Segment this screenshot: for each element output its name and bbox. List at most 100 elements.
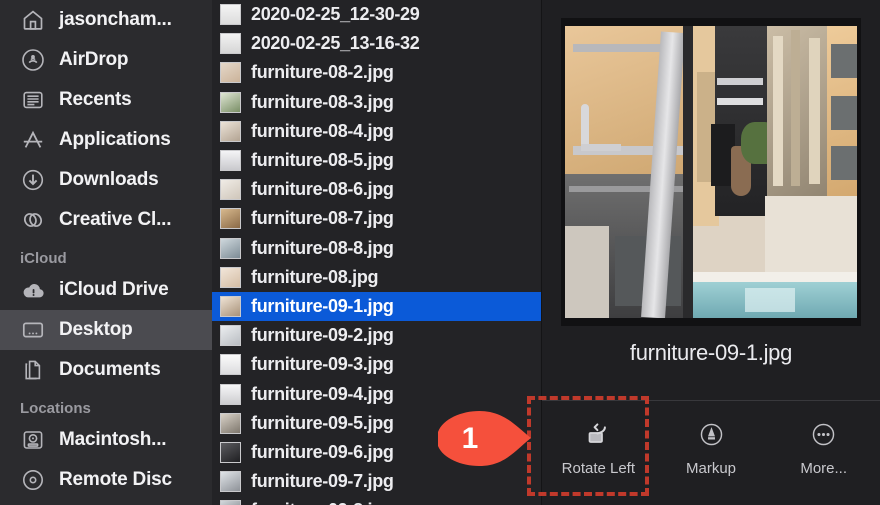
sidebar-item-label: Recents [59, 89, 132, 110]
file-list-item[interactable]: furniture-09-4.jpg [212, 379, 541, 408]
file-name: furniture-08-4.jpg [251, 120, 394, 141]
file-name: furniture-08-7.jpg [251, 208, 394, 229]
sidebar-item-label: Downloads [59, 169, 159, 190]
file-list-item[interactable]: furniture-08-2.jpg [212, 58, 541, 87]
sidebar: jasoncham... AirDrop Recents Application… [0, 0, 212, 505]
file-thumbnail-image [220, 383, 241, 405]
sidebar-item-icloud-drive[interactable]: iCloud Drive [0, 270, 212, 310]
preview-filename: furniture-09-1.jpg [629, 340, 793, 365]
sidebar-item-label: Macintosh... [59, 429, 167, 450]
file-name: furniture-09-3.jpg [251, 354, 394, 375]
file-name: furniture-09-4.jpg [251, 383, 394, 404]
file-thumbnail-image [220, 441, 241, 463]
file-thumbnail-image [220, 354, 241, 376]
file-name: furniture-08-8.jpg [251, 237, 394, 258]
file-thumbnail-image [220, 150, 241, 172]
file-list-item[interactable]: furniture-08-8.jpg [212, 234, 541, 263]
sidebar-item-remote-disc[interactable]: Remote Disc [0, 460, 212, 500]
file-list-item[interactable]: furniture-08-3.jpg [212, 88, 541, 117]
rotate-left-label: Rotate Left [561, 460, 636, 477]
sidebar-item-downloads[interactable]: Downloads [0, 160, 212, 200]
file-thumbnail-image [220, 471, 241, 493]
markup-icon [696, 419, 726, 449]
file-name: furniture-09-1.jpg [251, 295, 394, 316]
sidebar-item-creative-cloud[interactable]: Creative Cl... [0, 200, 212, 240]
quick-actions-bar: Rotate Left Markup More... [542, 400, 880, 505]
file-name: 2020-02-25_13-16-32 [251, 33, 420, 54]
file-list-item[interactable]: furniture-08.jpg [212, 263, 541, 292]
file-name: 2020-02-25_12-30-29 [251, 4, 420, 25]
sidebar-item-label: Documents [59, 359, 161, 380]
file-name: furniture-09-2.jpg [251, 325, 394, 346]
file-name: furniture-09-5.jpg [251, 412, 394, 433]
file-name: furniture-08-2.jpg [251, 62, 394, 83]
sidebar-item-label: Remote Disc [59, 469, 172, 490]
file-thumbnail-image [220, 208, 241, 230]
file-name: furniture-09-6.jpg [251, 441, 394, 462]
preview-photo [565, 26, 857, 318]
desktop-icon [20, 317, 46, 343]
sidebar-item-documents[interactable]: Documents [0, 350, 212, 390]
more-button[interactable]: More... [767, 419, 880, 477]
sidebar-group-locations: Locations Macintosh... Remote Disc [0, 390, 212, 500]
documents-icon [20, 357, 46, 383]
file-list-item-selected[interactable]: furniture-09-1.jpg [212, 291, 541, 322]
more-label: More... [800, 460, 848, 477]
sidebar-item-label: Creative Cl... [59, 209, 172, 230]
sidebar-group-icloud: iCloud iCloud Drive Desktop Documents [0, 240, 212, 390]
sidebar-item-label: AirDrop [59, 49, 129, 70]
file-thumbnail-image [220, 237, 241, 259]
file-thumbnail-image [220, 412, 241, 434]
file-list-item[interactable]: 2020-02-25_13-16-32 [212, 29, 541, 58]
sidebar-group-header-icloud: iCloud [20, 250, 67, 267]
file-name: furniture-09-7.jpg [251, 471, 394, 492]
file-list-item[interactable]: furniture-09-8.jpg [212, 496, 541, 505]
finder-window: jasoncham... AirDrop Recents Application… [0, 0, 880, 505]
file-name: furniture-08-6.jpg [251, 179, 394, 200]
rotate-left-button[interactable]: Rotate Left [542, 419, 655, 477]
sidebar-item-macintosh-hd[interactable]: Macintosh... [0, 420, 212, 460]
file-list-item[interactable]: 2020-02-25_12-30-29 [212, 0, 541, 29]
hard-disk-icon [20, 427, 46, 453]
file-list-item[interactable]: furniture-08-5.jpg [212, 146, 541, 175]
file-list-item[interactable]: furniture-09-7.jpg [212, 467, 541, 496]
airdrop-icon [20, 47, 46, 73]
file-list-item[interactable]: furniture-09-2.jpg [212, 321, 541, 350]
preview-pane: furniture-09-1.jpg Rotate Left Markup Mo… [542, 0, 880, 505]
rotate-left-icon [583, 419, 613, 449]
sidebar-item-airdrop[interactable]: AirDrop [0, 40, 212, 80]
more-icon [809, 419, 839, 449]
sidebar-item-desktop[interactable]: Desktop [0, 310, 212, 350]
home-icon [20, 7, 46, 33]
file-list-item[interactable]: furniture-08-4.jpg [212, 117, 541, 146]
file-thumbnail-document [220, 4, 241, 26]
file-thumbnail-image [220, 62, 241, 84]
markup-label: Markup [685, 460, 737, 477]
preview-image-frame [561, 18, 861, 326]
sidebar-item-recents[interactable]: Recents [0, 80, 212, 120]
sidebar-item-label: Desktop [59, 319, 133, 340]
annotation-step-number: 1 [461, 422, 479, 455]
file-name: furniture-08-3.jpg [251, 91, 394, 112]
recents-icon [20, 87, 46, 113]
creative-cloud-icon [20, 207, 46, 233]
applications-icon [20, 127, 46, 153]
file-thumbnail-image [220, 295, 241, 317]
file-thumbnail-image [220, 266, 241, 288]
file-list-item[interactable]: furniture-09-3.jpg [212, 350, 541, 379]
file-thumbnail-image [220, 500, 241, 505]
sidebar-item-label: iCloud Drive [59, 279, 169, 300]
markup-button[interactable]: Markup [655, 419, 768, 477]
annotation-step-badge: 1 [430, 408, 534, 470]
sidebar-item-applications[interactable]: Applications [0, 120, 212, 160]
sidebar-item-home[interactable]: jasoncham... [0, 0, 212, 40]
file-thumbnail-image [220, 179, 241, 201]
sidebar-group-favorites: jasoncham... AirDrop Recents Application… [0, 0, 212, 240]
file-list-item[interactable]: furniture-08-7.jpg [212, 204, 541, 233]
sidebar-item-label: Applications [59, 129, 171, 150]
file-thumbnail-image [220, 325, 241, 347]
sidebar-group-header-locations: Locations [20, 400, 91, 417]
file-thumbnail-document [220, 33, 241, 55]
file-list-item[interactable]: furniture-08-6.jpg [212, 175, 541, 204]
downloads-icon [20, 167, 46, 193]
